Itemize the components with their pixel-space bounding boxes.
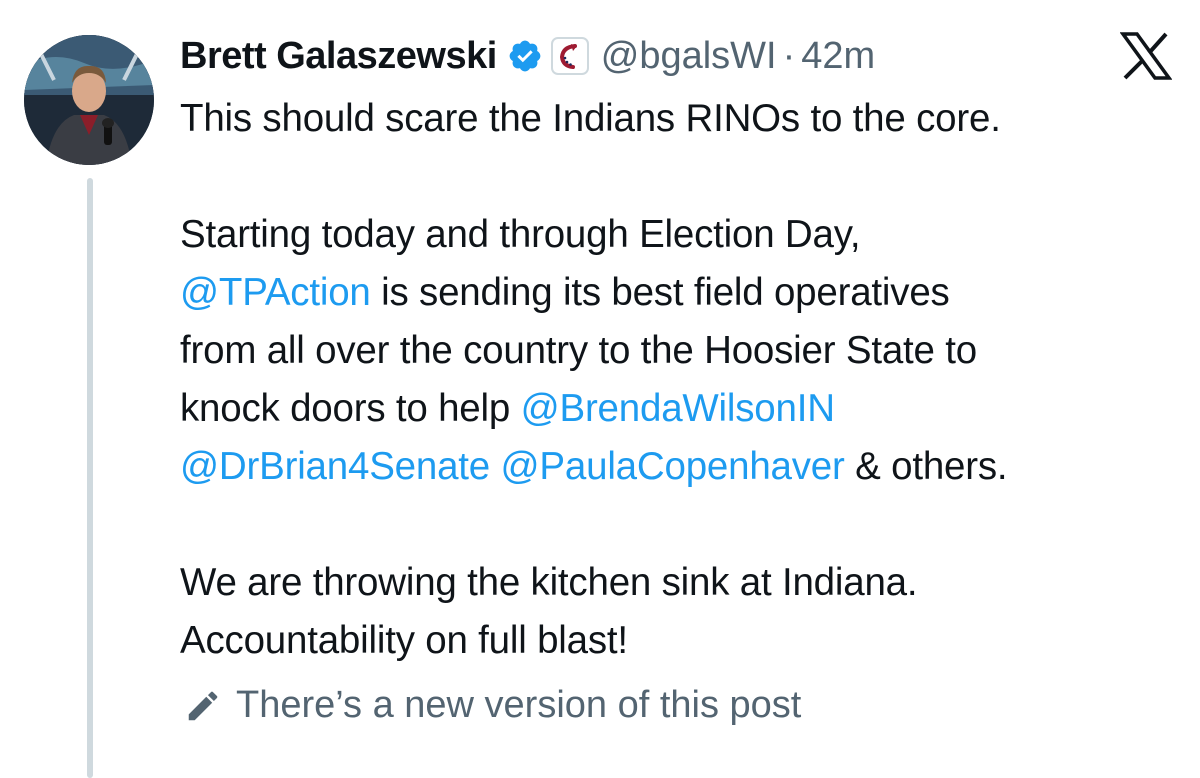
mention-tpaction[interactable]: @TPAction bbox=[180, 271, 371, 314]
verified-badge-icon[interactable] bbox=[507, 38, 543, 74]
x-logo-icon[interactable] bbox=[1119, 32, 1173, 80]
post-text-segment: & others. bbox=[844, 445, 1008, 488]
new-version-link[interactable]: There’s a new version of this post bbox=[184, 684, 801, 727]
avatar-image bbox=[24, 35, 154, 165]
pencil-icon bbox=[188, 691, 218, 720]
post-card[interactable]: Brett Galaszewski @bgalsWI · 42m This sh… bbox=[0, 0, 1200, 778]
post-timestamp[interactable]: 42m bbox=[801, 35, 875, 78]
organization-affiliate-icon[interactable] bbox=[550, 37, 589, 75]
post-text-line: Starting today and through Election Day, bbox=[180, 213, 861, 256]
post-text-line: Accountability on full blast! bbox=[180, 619, 628, 662]
mention-brendawilsonin[interactable]: @BrendaWilsonIN bbox=[521, 387, 835, 430]
post-text-line: knock doors to help @BrendaWilsonIN bbox=[180, 380, 1180, 438]
mention-drbrian4senate[interactable]: @DrBrian4Senate bbox=[180, 445, 490, 488]
post-text-line: from all over the country to the Hoosier… bbox=[180, 329, 977, 372]
avatar[interactable] bbox=[24, 35, 154, 165]
author-display-name[interactable]: Brett Galaszewski bbox=[180, 35, 497, 78]
post-text-segment: knock doors to help bbox=[180, 387, 521, 430]
mention-paulacopenhaver[interactable]: @PaulaCopenhaver bbox=[501, 445, 845, 488]
post-header: Brett Galaszewski @bgalsWI · 42m bbox=[180, 28, 875, 84]
thread-line bbox=[87, 178, 93, 778]
separator-dot: · bbox=[782, 34, 796, 77]
post-body: This should scare the Indians RINOs to t… bbox=[180, 90, 1180, 670]
post-text-line: This should scare the Indians RINOs to t… bbox=[180, 97, 1001, 140]
author-handle[interactable]: @bgalsWI bbox=[601, 35, 777, 78]
post-text-line: @DrBrian4Senate @PaulaCopenhaver & other… bbox=[180, 438, 1180, 496]
new-version-label: There’s a new version of this post bbox=[236, 684, 802, 726]
post-text-line: @TPAction is sending its best field oper… bbox=[180, 264, 1180, 322]
post-text-segment bbox=[490, 445, 501, 488]
post-text-segment: is sending its best field operatives bbox=[370, 271, 950, 314]
post-text-line: We are throwing the kitchen sink at Indi… bbox=[180, 561, 918, 604]
